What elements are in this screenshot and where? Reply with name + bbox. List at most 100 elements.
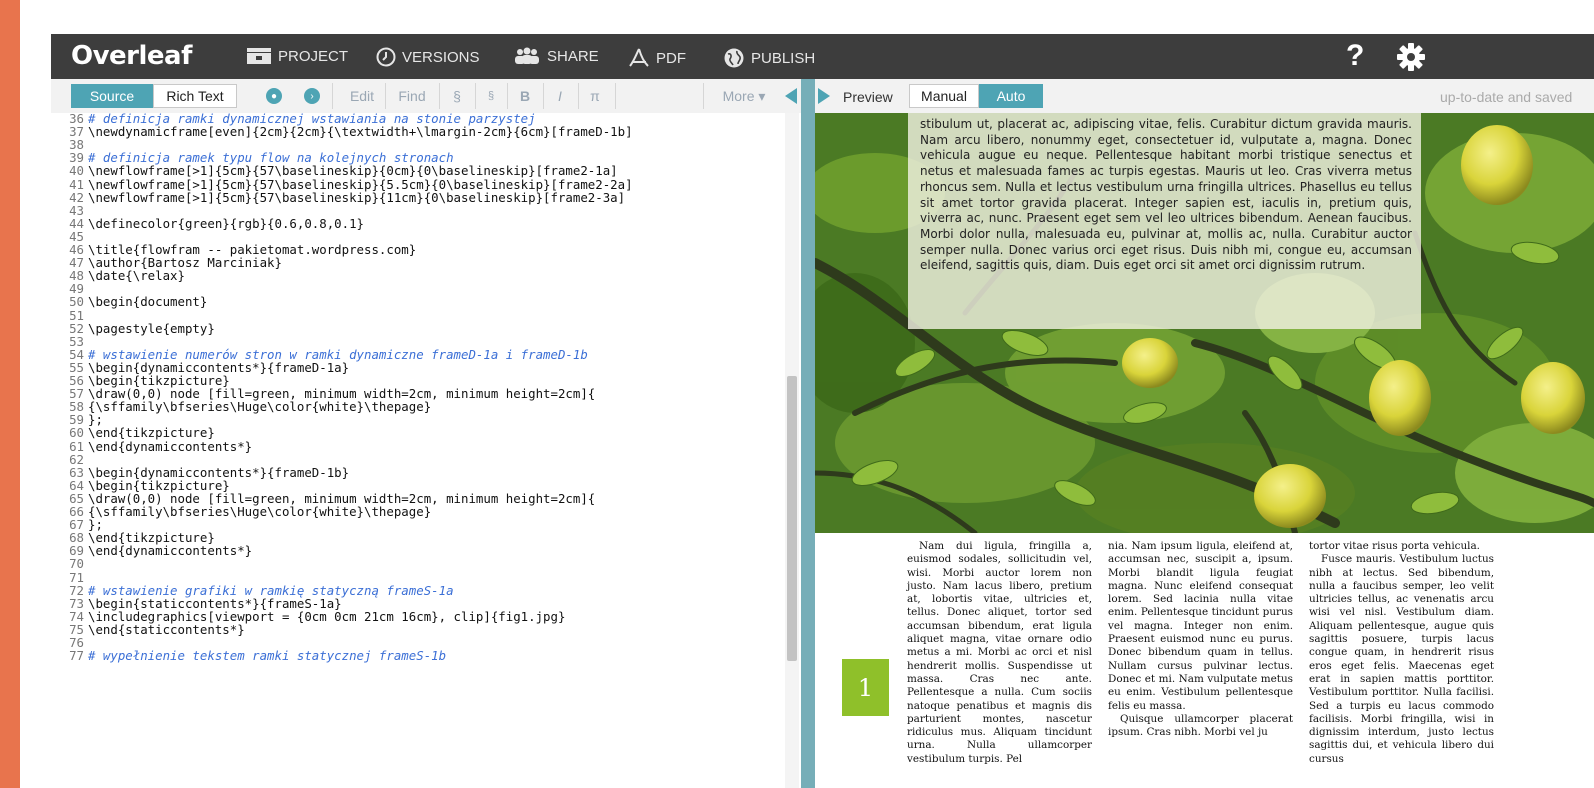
code-line[interactable]: 54 # wstawienie numerów stron w ramki dyn… <box>51 348 588 361</box>
line-number: 44 <box>69 215 84 231</box>
nav-versions-label: VERSIONS <box>402 48 480 66</box>
code-line[interactable]: 44 \definecolor{green}{rgb}{0.6,0.8,0.1} <box>51 217 364 230</box>
code-line[interactable]: 73 \begin{staticcontents*}{frameS-1a} <box>51 597 342 610</box>
line-number: 75 <box>69 621 84 637</box>
code-line[interactable]: 63 \begin{dynamiccontents*}{frameD-1b} <box>51 466 349 479</box>
line-number: 66 <box>69 504 84 519</box>
code-line[interactable]: 67}; <box>51 518 103 531</box>
code-line[interactable]: 76 <box>51 636 88 649</box>
code-line[interactable]: 66 {\sffamily\bfseries\Huge\color{white}\… <box>51 505 431 518</box>
subsection-button[interactable]: § <box>481 85 501 107</box>
rich-text-mode-button[interactable]: Rich Text <box>153 84 237 108</box>
nav-versions-button[interactable]: VERSIONS <box>376 47 480 67</box>
collapse-editor-arrow-icon[interactable] <box>785 88 797 104</box>
manual-compile-button[interactable]: Manual <box>909 84 979 108</box>
pdf-preview[interactable]: stibulum ut, placerat ac, adipiscing vit… <box>815 113 1594 788</box>
code-line[interactable]: 60 \end{tikzpicture} <box>51 426 215 439</box>
code-line[interactable]: 43 <box>51 204 88 217</box>
code-line[interactable]: 65 \draw(0,0) node [fill=green, minimum w… <box>51 492 595 505</box>
code-line[interactable]: 42 \newflowframe[>1]{5cm}{57\baselineskip… <box>51 191 625 204</box>
line-number: 47 <box>69 255 84 271</box>
track-changes-button[interactable]: › <box>301 85 323 107</box>
comment-icon: ● <box>266 88 282 104</box>
code-line[interactable]: 70 <box>51 557 88 570</box>
code-line[interactable]: 72 # wstawienie grafiki w ramkię statyczn… <box>51 584 453 597</box>
auto-compile-button[interactable]: Auto <box>979 84 1043 108</box>
code-line[interactable]: 71 <box>51 571 88 584</box>
math-button[interactable]: π <box>583 85 607 107</box>
code-text: \newdynamicframe[even]{2cm}{2cm}{\textwi… <box>88 124 633 140</box>
folder-icon <box>247 48 271 64</box>
code-line[interactable]: 49 <box>51 282 88 295</box>
code-line[interactable]: 41 \newflowframe[>1]{5cm}{57\baselineskip… <box>51 178 633 191</box>
nav-project-button[interactable]: PROJECT <box>246 47 348 65</box>
code-text: {\sffamily\bfseries\Huge\color{white}\th… <box>88 399 432 415</box>
code-line[interactable]: 77 # wypełnienie tekstem ramki statycznej… <box>51 649 446 662</box>
code-text: \pagestyle{empty} <box>88 320 215 336</box>
code-line[interactable]: 59}; <box>51 413 103 426</box>
toolbar-divider <box>543 83 544 109</box>
nav-share-button[interactable]: SHARE <box>513 47 599 65</box>
more-button[interactable]: More ▾ <box>709 85 779 107</box>
code-line[interactable]: 68 \end{tikzpicture} <box>51 531 215 544</box>
code-comment: # wypełnienie tekstem ramki statycznej f… <box>88 648 447 664</box>
code-line[interactable]: 52 \pagestyle{empty} <box>51 322 215 335</box>
nav-pdf-button[interactable]: PDF <box>628 47 686 69</box>
code-line[interactable]: 47 \author{Bartosz Marciniak} <box>51 256 282 269</box>
code-line[interactable]: 62 <box>51 453 88 466</box>
pane-divider[interactable] <box>801 79 815 788</box>
pdf-column-1: Nam dui ligula, fringilla a, euismod sod… <box>907 540 1092 766</box>
code-line[interactable]: 57 \draw(0,0) node [fill=green, minimum w… <box>51 387 595 400</box>
italic-button[interactable]: I <box>549 85 571 107</box>
expand-preview-arrow-icon[interactable] <box>818 88 830 104</box>
pdf-column-2: nia. Nam ipsum ligula, eleifend at, accu… <box>1108 540 1293 739</box>
help-button[interactable]: ? <box>1346 39 1364 73</box>
code-line[interactable]: 55 \begin{dynamiccontents*}{frameD-1a} <box>51 361 349 374</box>
line-number: 49 <box>69 281 84 297</box>
code-line[interactable]: 56 \begin{tikzpicture} <box>51 374 230 387</box>
code-line[interactable]: 40 \newflowframe[>1]{5cm}{57\baselineskip… <box>51 164 618 177</box>
pdf-overlay-text-frame: stibulum ut, placerat ac, adipiscing vit… <box>908 113 1421 329</box>
pdf-column-2-text-a: nia. Nam ipsum ligula, eleifend at, accu… <box>1108 540 1293 712</box>
find-button[interactable]: Find <box>391 85 433 107</box>
code-text: \end{dynamiccontents*} <box>88 438 253 454</box>
code-line[interactable]: 75 \end{staticcontents*} <box>51 623 245 636</box>
settings-button[interactable] <box>1396 42 1426 77</box>
code-line[interactable]: 69 \end{dynamiccontents*} <box>51 544 252 557</box>
comment-button[interactable]: ● <box>263 85 285 107</box>
code-line[interactable]: 53 <box>51 335 88 348</box>
toolbar-divider <box>578 83 579 109</box>
code-line[interactable]: 45 <box>51 230 88 243</box>
code-line[interactable]: 48 \date{\relax} <box>51 269 185 282</box>
code-line[interactable]: 51 <box>51 309 88 322</box>
edit-button[interactable]: Edit <box>341 85 383 107</box>
line-number: 77 <box>69 648 84 664</box>
toolbar-divider <box>507 83 508 109</box>
source-mode-button[interactable]: Source <box>71 84 153 108</box>
section-button[interactable]: § <box>445 85 469 107</box>
users-icon <box>515 47 539 64</box>
pdf-column-3: tortor vitae risus porta vehicula. Fusce… <box>1309 540 1494 766</box>
page-number-box: 1 <box>842 659 889 716</box>
code-line[interactable]: 37 \newdynamicframe[even]{2cm}{2cm}{\text… <box>51 125 633 138</box>
preview-label: Preview <box>843 89 893 105</box>
overleaf-logo[interactable]: Overleaf <box>71 41 192 71</box>
code-line[interactable]: 61 \end{dynamiccontents*} <box>51 440 252 453</box>
code-line[interactable]: 46 \title{flowfram -- pakietomat.wordpres… <box>51 243 416 256</box>
toolbar-divider <box>332 83 333 109</box>
clock-icon <box>376 47 396 67</box>
code-line[interactable]: 38 <box>51 138 88 151</box>
code-line[interactable]: 50 \begin{document} <box>51 295 207 308</box>
code-line[interactable]: 39 # definicja ramek typu flow na kolejny… <box>51 151 453 164</box>
code-line[interactable]: 74 \includegraphics[viewport = {0cm 0cm 2… <box>51 610 565 623</box>
toolbar-divider <box>703 83 704 109</box>
code-editor[interactable]: 36 # definicja ramki dynamicznej wstawian… <box>51 113 801 788</box>
nav-publish-button[interactable]: PUBLISH <box>723 47 815 69</box>
code-line[interactable]: 64 \begin{tikzpicture} <box>51 479 230 492</box>
line-number: 69 <box>69 543 84 559</box>
bold-button[interactable]: B <box>513 85 537 107</box>
pdf-column-3-text-b: Fusce mauris. Vestibulum luctus nibh at … <box>1309 553 1494 765</box>
editor-scrollbar-thumb[interactable] <box>787 376 797 661</box>
code-line[interactable]: 58 {\sffamily\bfseries\Huge\color{white}\… <box>51 400 431 413</box>
pdf-column-3-text-a: tortor vitae risus porta vehicula. <box>1309 540 1480 552</box>
